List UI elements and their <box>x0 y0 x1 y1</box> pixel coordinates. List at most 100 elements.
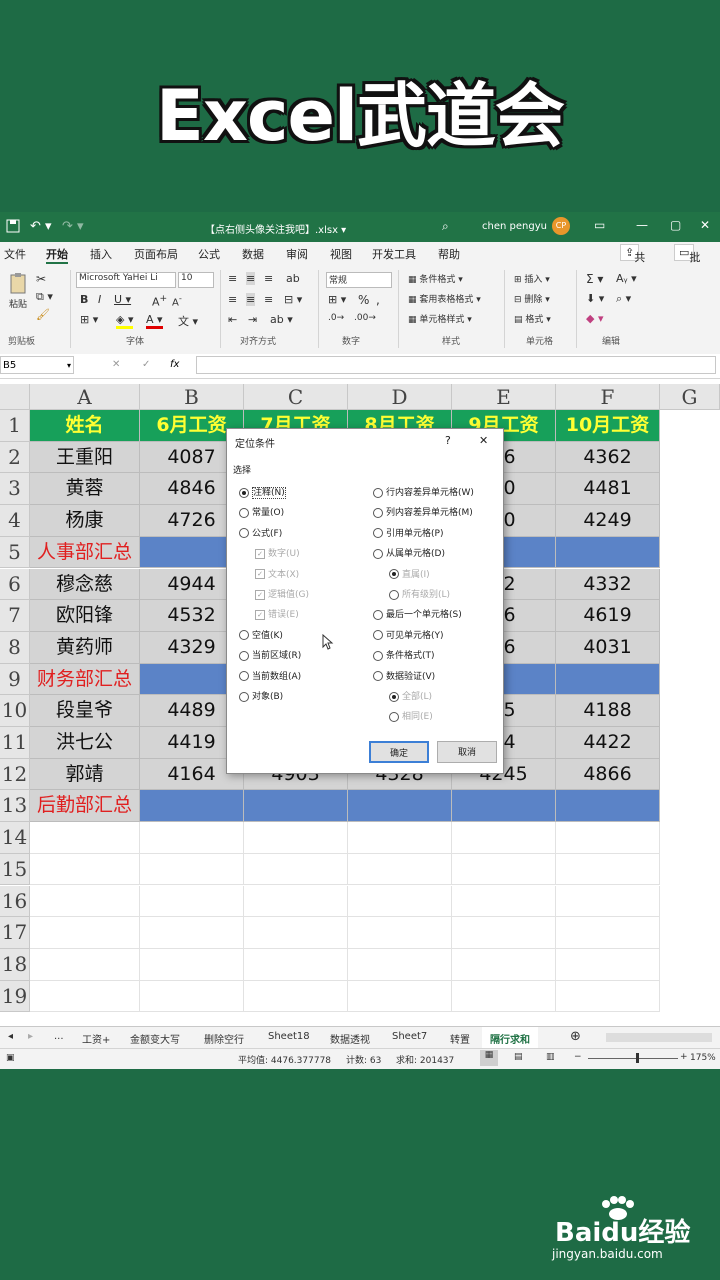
ok-button[interactable]: 确定 <box>369 741 429 763</box>
radio-button[interactable] <box>389 589 399 600</box>
empty-cell[interactable] <box>140 853 244 886</box>
table-format-button[interactable]: ▦ 套用表格格式 ▾ <box>408 292 481 305</box>
align-left-icon[interactable]: ≡ <box>228 293 237 306</box>
page-layout-view-icon[interactable]: ▤ <box>514 1052 523 1062</box>
checkbox[interactable]: ✓ <box>255 609 265 620</box>
row-header[interactable]: 3 <box>0 473 30 506</box>
dialog-option[interactable]: ✓ 文本(X) <box>255 567 299 580</box>
table-cell[interactable] <box>452 790 556 823</box>
table-cell[interactable] <box>348 790 452 823</box>
table-cell[interactable]: 4619 <box>556 600 660 632</box>
accounting-icon[interactable]: ⊞ ▾ <box>328 293 346 306</box>
empty-cell[interactable] <box>244 853 348 886</box>
row-header[interactable]: 17 <box>0 917 30 949</box>
empty-cell[interactable] <box>348 853 452 886</box>
border-icon[interactable]: ⊞ ▾ <box>80 313 98 326</box>
radio-button[interactable] <box>239 487 249 498</box>
table-cell[interactable]: 杨康 <box>30 505 140 537</box>
radio-button[interactable] <box>239 691 249 702</box>
table-cell[interactable]: 黄药师 <box>30 631 140 664</box>
radio-button[interactable] <box>373 671 383 682</box>
empty-cell[interactable] <box>348 917 452 949</box>
add-sheet-icon[interactable]: ⊕ <box>570 1029 581 1044</box>
column-header[interactable]: D <box>348 384 452 410</box>
row-header[interactable]: 18 <box>0 948 30 981</box>
insert-cells-button[interactable]: ⊞ 插入 ▾ <box>514 272 550 285</box>
checkbox[interactable]: ✓ <box>255 589 265 600</box>
sheet-tab[interactable]: 工资+ <box>82 1031 110 1046</box>
empty-cell[interactable] <box>452 853 556 886</box>
tab-review[interactable]: 审阅 <box>286 246 308 262</box>
close-icon[interactable]: ✕ <box>700 218 710 232</box>
dialog-option[interactable]: ✓ 错误(E) <box>255 607 299 620</box>
sheet-tab[interactable]: Sheet18 <box>268 1031 310 1042</box>
table-cell[interactable]: 4031 <box>556 631 660 664</box>
empty-cell[interactable] <box>140 948 244 981</box>
normal-view-icon[interactable]: ▦ <box>480 1050 498 1066</box>
radio-button[interactable] <box>389 569 399 580</box>
row-header[interactable]: 16 <box>0 885 30 918</box>
increase-indent-icon[interactable]: ⇥ <box>248 313 257 326</box>
tab-developer[interactable]: 开发工具 <box>372 246 416 262</box>
table-cell[interactable] <box>140 790 244 823</box>
macro-record-icon[interactable]: ▣ <box>6 1053 15 1063</box>
empty-cell[interactable] <box>348 885 452 918</box>
autosum-icon[interactable]: Σ ▾ <box>586 272 603 286</box>
cut-icon[interactable]: ✂ <box>36 272 46 286</box>
table-cell[interactable]: 4422 <box>556 727 660 759</box>
empty-cell[interactable] <box>556 980 660 1013</box>
dialog-option[interactable]: ✓ 逻辑值(G) <box>255 587 309 600</box>
text-direction-icon[interactable]: ab ▾ <box>270 313 293 326</box>
dialog-option[interactable]: 所有级别(L) <box>389 587 450 600</box>
align-top-icon[interactable]: ≡ <box>228 272 237 285</box>
decrease-indent-icon[interactable]: ⇤ <box>228 313 237 326</box>
table-cell[interactable] <box>556 790 660 823</box>
empty-cell[interactable] <box>452 917 556 949</box>
conditional-format-button[interactable]: ▦ 条件格式 ▾ <box>408 272 463 285</box>
sheet-tab-more[interactable]: ... <box>54 1031 64 1042</box>
zoom-out-icon[interactable]: − <box>574 1052 582 1062</box>
dialog-close-button[interactable]: ✕ <box>479 434 488 447</box>
dialog-option[interactable]: 可见单元格(Y) <box>373 628 444 641</box>
table-cell[interactable]: 4188 <box>556 695 660 727</box>
empty-cell[interactable] <box>244 917 348 949</box>
row-header[interactable]: 12 <box>0 758 30 791</box>
table-cell[interactable]: 后勤部汇总 <box>30 790 140 823</box>
row-header[interactable]: 14 <box>0 822 30 854</box>
table-cell[interactable]: 人事部汇总 <box>30 536 140 569</box>
tab-file[interactable]: 文件 <box>4 246 26 262</box>
dialog-option[interactable]: 全部(L) <box>389 689 432 702</box>
row-header[interactable]: 7 <box>0 600 30 632</box>
checkbox[interactable]: ✓ <box>255 548 265 559</box>
empty-cell[interactable] <box>30 980 140 1013</box>
dialog-option[interactable]: 注释(N) <box>239 485 286 499</box>
empty-cell[interactable] <box>30 853 140 886</box>
formula-input[interactable] <box>196 356 716 374</box>
dialog-option[interactable]: 直属(I) <box>389 567 430 580</box>
column-header[interactable]: F <box>556 384 660 410</box>
merge-icon[interactable]: ⊟ ▾ <box>284 293 302 306</box>
align-center-icon[interactable]: ≡ <box>246 293 256 306</box>
table-cell[interactable]: 姓名 <box>30 410 140 442</box>
ribbon-display-icon[interactable]: ▭ <box>594 218 605 232</box>
font-size-select[interactable]: 10 <box>178 272 214 288</box>
column-header[interactable]: A <box>30 384 140 410</box>
tab-home[interactable]: 开始 <box>46 246 68 264</box>
select-all-corner[interactable] <box>0 384 30 410</box>
empty-cell[interactable] <box>140 885 244 918</box>
prev-sheet-icon[interactable]: ◂ <box>8 1031 13 1042</box>
radio-button[interactable] <box>239 528 249 539</box>
empty-cell[interactable] <box>244 885 348 918</box>
dialog-option[interactable]: 公式(F) <box>239 526 282 539</box>
dialog-option[interactable]: 空值(K) <box>239 628 283 641</box>
comma-icon[interactable]: , <box>376 293 380 307</box>
tab-data[interactable]: 数据 <box>242 246 264 262</box>
delete-cells-button[interactable]: ⊟ 删除 ▾ <box>514 292 550 305</box>
number-format-select[interactable]: 常规 <box>326 272 392 288</box>
row-header[interactable]: 6 <box>0 568 30 601</box>
dialog-option[interactable]: 当前数组(A) <box>239 669 301 682</box>
chevron-down-icon[interactable]: ▾ <box>67 357 71 375</box>
table-cell[interactable] <box>244 790 348 823</box>
empty-cell[interactable] <box>452 822 556 854</box>
sheet-tab[interactable]: 金额变大写 <box>130 1031 180 1046</box>
